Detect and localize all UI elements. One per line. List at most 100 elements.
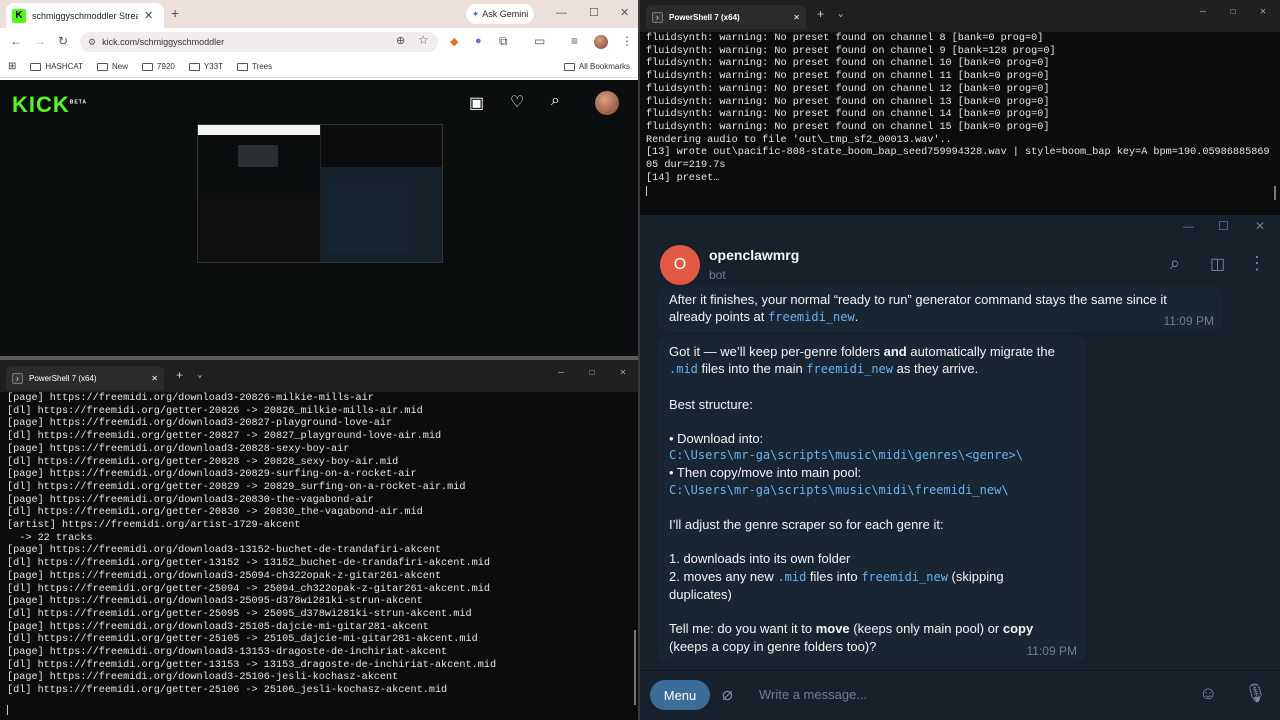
new-tab-icon[interactable]: + xyxy=(817,8,824,22)
close-icon[interactable]: ✕ xyxy=(620,367,626,379)
terminal-line: [dl] https://freemidi.org/getter-13152 -… xyxy=(7,558,490,570)
apps-grid-icon[interactable]: ⊞ xyxy=(8,61,16,72)
tab-close-icon[interactable]: ✕ xyxy=(151,374,158,383)
split-view-icon[interactable]: ▭ xyxy=(534,34,545,48)
scrollbar[interactable] xyxy=(1274,186,1276,200)
folder-icon xyxy=(188,62,200,71)
search-icon[interactable]: ⌕ xyxy=(551,92,560,110)
message-text: 2. moves any new xyxy=(669,568,778,584)
all-bookmarks[interactable]: All Bookmarks xyxy=(563,62,630,71)
message-time: 11:09 PM xyxy=(1163,314,1214,328)
stream-video-player[interactable] xyxy=(197,124,443,263)
terminal-line: fluidsynth: warning: No preset found on … xyxy=(646,45,1056,57)
bookmark-star-icon[interactable]: ☆ xyxy=(418,33,429,47)
message-bold: move xyxy=(815,621,850,637)
bookmark-label: HASHCAT xyxy=(45,62,84,71)
maximize-icon[interactable]: ☐ xyxy=(1230,6,1236,18)
back-icon[interactable]: ← xyxy=(10,34,22,48)
kick-logo-text: KICK xyxy=(12,92,70,117)
terminal-bottom[interactable]: › PowerShell 7 (x64) ✕ + ⌄ — ☐ ✕ [page] … xyxy=(0,360,638,720)
message-text: After it finishes, your normal “ready to… xyxy=(669,292,1167,325)
bot-menu-button[interactable]: Menu xyxy=(650,680,710,710)
scrollbar[interactable] xyxy=(634,630,636,705)
close-icon[interactable]: ✕ xyxy=(1255,219,1265,233)
minimize-icon[interactable]: — xyxy=(558,368,564,379)
inline-code: C:\Users\mr-ga\scripts\music\midi\genres… xyxy=(669,448,1024,463)
terminal-line: [page] https://freemidi.org/download3-25… xyxy=(7,596,423,608)
close-icon[interactable]: ✕ xyxy=(620,6,629,19)
terminal-line: [dl] https://freemidi.org/getter-25106 -… xyxy=(7,685,448,697)
extensions-icon[interactable]: ⧉ xyxy=(499,34,508,49)
minimize-icon[interactable]: — xyxy=(1183,221,1194,233)
message-text: (skipping xyxy=(947,568,1004,584)
chat-avatar[interactable]: O xyxy=(660,245,700,285)
terminal-top-output: fluidsynth: warning: No preset found on … xyxy=(646,33,1270,185)
message-text: automatically migrate the xyxy=(906,344,1055,359)
minimize-icon[interactable]: — xyxy=(556,7,567,19)
extension-icon[interactable]: ● xyxy=(475,35,482,47)
search-icon[interactable]: ⌕ xyxy=(1170,253,1180,274)
tab-close-icon[interactable]: ✕ xyxy=(793,13,800,22)
close-icon[interactable]: ✕ xyxy=(1260,6,1266,18)
message-input[interactable]: Write a message... xyxy=(759,687,867,702)
minimize-icon[interactable]: — xyxy=(1200,7,1206,18)
kick-logo[interactable]: KICKBETA xyxy=(12,92,87,118)
folder-icon xyxy=(30,62,42,71)
microphone-icon[interactable]: 🎙 xyxy=(1244,683,1267,704)
terminal-line: Rendering audio to file 'out\_tmp_sf2_00… xyxy=(646,134,952,146)
maximize-icon[interactable]: ☐ xyxy=(589,367,595,379)
bookmark-trees[interactable]: Trees xyxy=(236,62,273,71)
folder-icon xyxy=(142,62,154,71)
terminal-top-tab[interactable]: › PowerShell 7 (x64) ✕ xyxy=(646,5,806,29)
reload-icon[interactable]: ↻ xyxy=(58,34,68,48)
new-tab-icon[interactable]: + xyxy=(176,369,183,383)
message-text: (keeps only main pool) or xyxy=(849,621,1003,637)
new-tab-icon[interactable]: + xyxy=(171,5,179,21)
bookmarks-bar: ⊞ HASHCAT New 7920 Y33T Trees All Bookma… xyxy=(0,56,638,78)
site-info-icon[interactable]: ⚙ xyxy=(88,37,96,48)
chat-name[interactable]: openclawmrg xyxy=(709,247,799,263)
bookmark-7920[interactable]: 7920 xyxy=(142,62,175,71)
chevron-down-icon[interactable]: ⌄ xyxy=(197,370,202,380)
following-heart-icon[interactable]: ♡ xyxy=(510,92,524,112)
tab-close-icon[interactable]: ✕ xyxy=(144,9,153,22)
emoji-icon[interactable]: ☺ xyxy=(1199,683,1217,704)
address-bar[interactable]: ⚙ kick.com/schmiggyschmoddler xyxy=(80,32,438,52)
zoom-icon[interactable]: ⊕ xyxy=(396,34,405,47)
more-menu-icon[interactable]: ⋮ xyxy=(621,34,633,48)
chevron-down-icon[interactable]: ⌄ xyxy=(838,9,843,19)
terminal-line: fluidsynth: warning: No preset found on … xyxy=(646,109,1050,121)
user-avatar[interactable] xyxy=(595,91,619,115)
bookmark-hashcat[interactable]: HASHCAT xyxy=(30,62,83,71)
terminal-line: [dl] https://freemidi.org/getter-20828 -… xyxy=(7,456,399,468)
url-text: kick.com/schmiggyschmoddler xyxy=(102,37,225,47)
browser-window: K schmiggyschmoddler Stream - ✕ + ✦ Ask … xyxy=(0,0,638,358)
attach-icon[interactable]: ⌀ xyxy=(722,684,733,705)
profile-avatar[interactable] xyxy=(594,35,608,49)
message-text: files into the main xyxy=(697,361,807,377)
maximize-icon[interactable]: ☐ xyxy=(1218,219,1229,233)
ask-gemini-button[interactable]: ✦ Ask Gemini xyxy=(466,4,534,24)
bookmark-new[interactable]: New xyxy=(97,62,128,71)
sidebar-toggle-icon[interactable]: ◫ xyxy=(1210,254,1225,274)
terminal-cursor xyxy=(7,705,8,715)
terminal-bottom-tab[interactable]: › PowerShell 7 (x64) ✕ xyxy=(6,366,164,390)
message-text: . xyxy=(854,309,859,325)
gemini-icon: ✦ xyxy=(471,8,480,19)
more-menu-icon[interactable]: ⋮ xyxy=(1248,253,1266,274)
metamask-icon[interactable]: ◆ xyxy=(450,35,458,48)
browser-tab[interactable]: K schmiggyschmoddler Stream - ✕ xyxy=(6,3,164,28)
bookmark-y33t[interactable]: Y33T xyxy=(188,62,223,71)
terminal-top[interactable]: › PowerShell 7 (x64) ✕ + ⌄ — ☐ ✕ fluidsy… xyxy=(640,0,1280,215)
message-text: • Download into: xyxy=(669,430,764,446)
bookmark-label: Trees xyxy=(251,62,273,71)
tab-title: schmiggyschmoddler Stream - xyxy=(32,10,138,21)
browse-icon[interactable]: ▣ xyxy=(469,93,484,113)
forward-icon[interactable]: → xyxy=(34,34,46,48)
powershell-icon: › xyxy=(652,11,663,23)
terminal-line: [14] preset… xyxy=(646,172,720,184)
message-text: duplicates) xyxy=(669,586,732,602)
media-icon[interactable]: ≡ xyxy=(571,34,578,48)
maximize-icon[interactable]: ☐ xyxy=(589,6,599,19)
terminal-line: [artist] https://freemidi.org/artist-172… xyxy=(7,520,301,532)
